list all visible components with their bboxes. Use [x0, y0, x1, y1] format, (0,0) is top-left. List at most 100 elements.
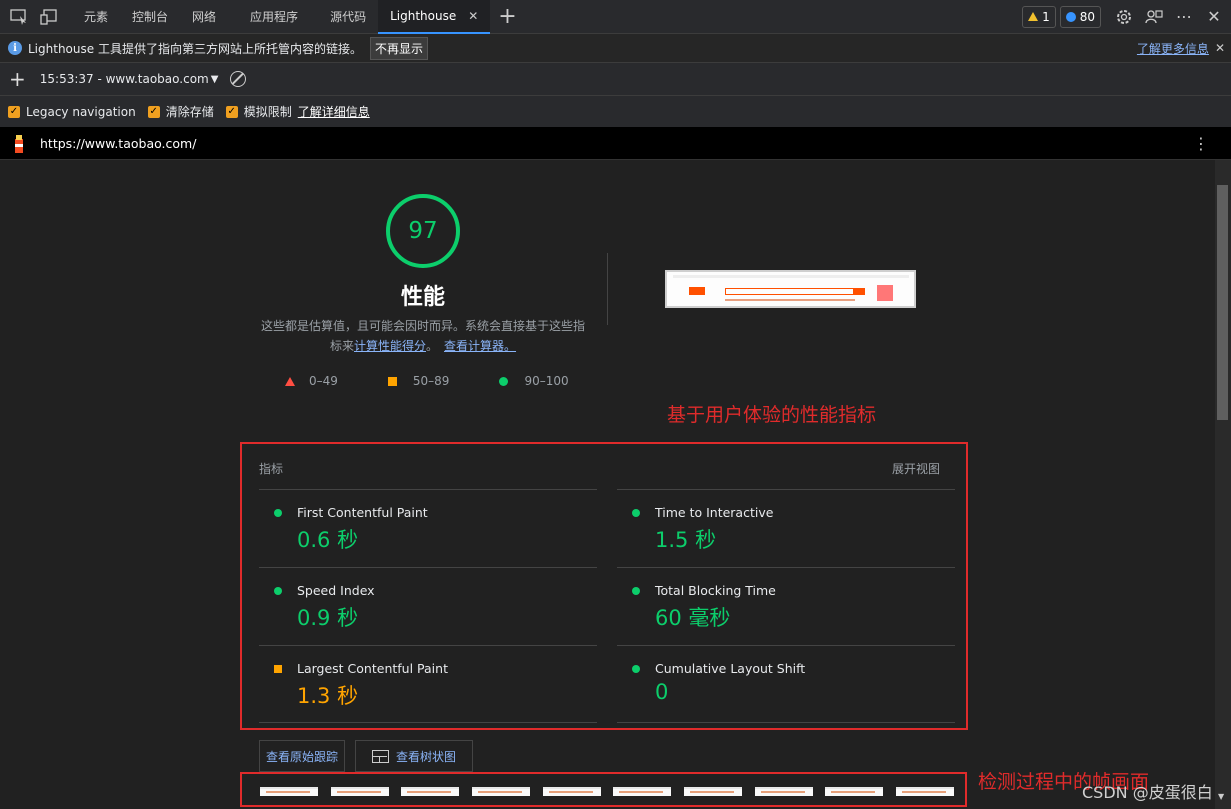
tab-application[interactable]: 应用程序: [238, 0, 310, 34]
lighthouse-logo-icon: [13, 134, 25, 153]
learn-more-link[interactable]: 了解更多信息: [1137, 40, 1209, 57]
legend-fail-range: 0–49: [309, 374, 338, 388]
description-punct: 。: [426, 339, 439, 353]
report-menu-icon[interactable]: ⋮: [1193, 134, 1209, 153]
clear-all-icon[interactable]: [230, 71, 247, 87]
pass-circle-icon: [632, 509, 640, 517]
legacy-navigation-checkbox[interactable]: ✓: [8, 105, 20, 118]
metric-label: First Contentful Paint: [297, 505, 428, 520]
issues-badge[interactable]: 80: [1059, 5, 1101, 28]
info-bar: i Lighthouse 工具提供了指向第三方网站上所托管内容的链接。 不再显示…: [0, 34, 1231, 63]
user-connect-icon[interactable]: [1143, 6, 1165, 28]
view-trace-label: 查看原始跟踪: [265, 749, 338, 764]
final-screenshot-thumbnail[interactable]: [665, 270, 916, 308]
performance-score-gauge[interactable]: 97: [386, 194, 460, 268]
lighthouse-toolbar: + 15:53:37 - www.taobao.com ▼: [0, 63, 1231, 96]
metric-value: 1.5 秒: [655, 528, 717, 552]
metric-value: 0.6 秒: [297, 528, 359, 552]
devtools-tab-bar: 元素 控制台 网络 应用程序 源代码 Lighthouse ✕ + 1 80 ⋯…: [0, 0, 1231, 34]
metric-label: Speed Index: [297, 583, 375, 598]
warnings-badge[interactable]: 1: [1022, 5, 1056, 28]
report-select[interactable]: 15:53:37 - www.taobao.com ▼: [40, 72, 219, 86]
description-line-1: 这些都是估算值，且可能会因时而异。系统会直接基于这些指: [260, 319, 585, 333]
pass-circle-icon: [274, 509, 282, 517]
filmstrip-frame: [613, 787, 671, 796]
clear-storage-checkbox[interactable]: ✓: [147, 105, 160, 118]
device-toolbar-icon[interactable]: [38, 6, 60, 28]
description-line-2: 标来计算性能得分。 查看计算器。: [250, 336, 596, 356]
filmstrip-frame: [401, 787, 459, 796]
view-trace-button[interactable]: 查看原始跟踪: [259, 740, 345, 772]
report-url-bar: https://www.taobao.com/ ⋮: [0, 128, 1231, 160]
options-bar: ✓ Legacy navigation ✓ 清除存储 ✓ 模拟限制 了解详细信息: [0, 96, 1231, 128]
more-options-icon[interactable]: ⋯: [1173, 6, 1195, 28]
filmstrip-frame: [472, 787, 530, 796]
dropdown-arrow-icon: ▼: [210, 73, 219, 85]
warnings-count: 1: [1042, 9, 1050, 24]
metric-cumulative-layout-shift: Cumulative Layout Shift 0: [617, 645, 955, 723]
metrics-bottom-divider-right: [617, 722, 955, 723]
view-calculator-link[interactable]: 查看计算器。: [444, 339, 516, 353]
performance-score: 97: [408, 218, 438, 244]
metrics-header: 指标: [259, 462, 284, 476]
metric-value: 60 毫秒: [655, 606, 731, 630]
filmstrip-frame: [543, 787, 601, 796]
filmstrip-frame: [684, 787, 742, 796]
legend-pass-range: 90–100: [524, 374, 569, 388]
pass-circle-icon: [632, 587, 640, 595]
warning-icon: [1028, 12, 1039, 21]
filmstrip-frame: [331, 787, 389, 796]
tab-network[interactable]: 网络: [180, 0, 228, 34]
metrics-annotation: 基于用户体验的性能指标: [667, 404, 877, 426]
tab-console[interactable]: 控制台: [120, 0, 180, 34]
throttling-label: 模拟限制: [243, 105, 292, 119]
add-tab-icon[interactable]: +: [498, 5, 516, 28]
metric-label: Time to Interactive: [655, 505, 774, 520]
fail-triangle-icon: [285, 376, 295, 386]
close-devtools-icon[interactable]: ✕: [1203, 6, 1225, 28]
treemap-icon: [371, 749, 389, 763]
metric-label: Cumulative Layout Shift: [655, 661, 806, 676]
inspect-element-icon[interactable]: [8, 6, 30, 28]
pass-circle-icon: [274, 587, 282, 595]
scrollbar-thumb[interactable]: [1217, 185, 1228, 420]
tab-sources[interactable]: 源代码: [318, 0, 378, 34]
tab-lighthouse-label: Lighthouse: [390, 8, 457, 23]
average-square-icon: [274, 665, 282, 673]
tab-elements[interactable]: 元素: [72, 0, 120, 34]
legacy-navigation-label: Legacy navigation: [26, 104, 136, 119]
report-select-value: 15:53:37 - www.taobao.com: [39, 72, 209, 86]
metric-speed-index: Speed Index 0.9 秒: [259, 567, 597, 645]
close-tab-icon[interactable]: ✕: [468, 9, 478, 23]
report-url[interactable]: https://www.taobao.com/: [40, 136, 196, 151]
issues-count: 80: [1079, 9, 1095, 24]
clear-storage-label: 清除存储: [165, 105, 214, 119]
score-legend: 0–49 50–89 90–100: [285, 374, 569, 388]
metric-value: 1.3 秒: [297, 684, 359, 708]
metric-largest-contentful-paint: Largest Contentful Paint 1.3 秒: [259, 645, 597, 723]
gear-icon[interactable]: [1113, 6, 1135, 28]
new-report-icon[interactable]: +: [9, 69, 26, 89]
calculate-score-link[interactable]: 计算性能得分: [354, 339, 426, 353]
dont-show-again-button[interactable]: 不再显示: [369, 36, 428, 60]
view-treemap-button[interactable]: 查看树状图: [355, 740, 473, 772]
expand-view-toggle[interactable]: 展开视图: [892, 460, 940, 477]
watermark: CSDN @皮蛋很白: [1082, 783, 1213, 802]
info-message: Lighthouse 工具提供了指向第三方网站上所托管内容的链接。: [28, 41, 362, 56]
performance-title: 性能: [400, 285, 445, 310]
throttling-checkbox[interactable]: ✓: [225, 105, 238, 118]
metric-label: Largest Contentful Paint: [297, 661, 448, 676]
view-treemap-label: 查看树状图: [395, 749, 456, 764]
metric-total-blocking-time: Total Blocking Time 60 毫秒: [617, 567, 955, 645]
metric-value: 0: [655, 680, 669, 704]
close-infobar-icon[interactable]: ✕: [1215, 41, 1225, 55]
info-icon: i: [8, 41, 22, 55]
scroll-down-arrow-icon[interactable]: ▼: [1218, 792, 1224, 801]
metric-first-contentful-paint: First Contentful Paint 0.6 秒: [259, 489, 597, 567]
metric-value: 0.9 秒: [297, 606, 359, 630]
tab-lighthouse[interactable]: Lighthouse ✕: [378, 0, 491, 34]
summary-divider: [607, 253, 608, 325]
filmstrip-frame: [825, 787, 883, 796]
metric-time-to-interactive: Time to Interactive 1.5 秒: [617, 489, 955, 567]
learn-details-link[interactable]: 了解详细信息: [298, 103, 370, 120]
